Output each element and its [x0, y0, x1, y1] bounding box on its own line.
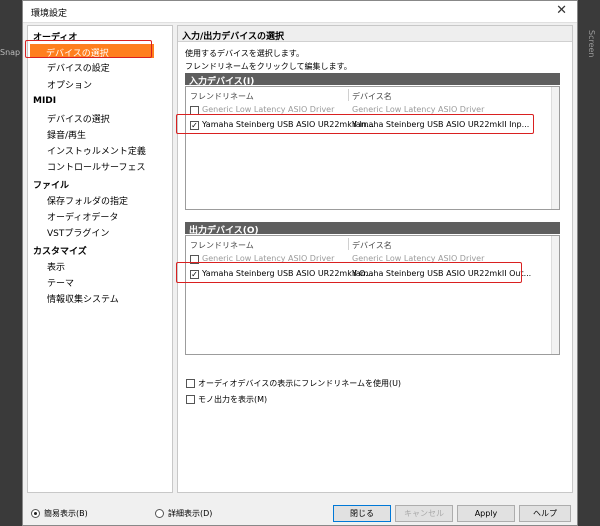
- category-file: ファイル: [33, 181, 70, 191]
- detail-view-label: 詳細表示(D): [168, 509, 213, 518]
- option-show-mono[interactable]: モノ出力を表示(M): [186, 394, 267, 405]
- show-mono-checkbox[interactable]: [186, 395, 195, 404]
- detail-view-radio[interactable]: 詳細表示(D): [155, 508, 212, 519]
- sidebar-item-midi-instrument-def[interactable]: インストゥルメント定義: [47, 144, 146, 157]
- simple-view-radio[interactable]: 簡易表示(B): [31, 508, 88, 519]
- input-row-device: Generic Low Latency ASIO Driver: [352, 105, 485, 114]
- device-selection-panel: 入力/出力デバイスの選択 使用するデバイスを選択します。 フレンドリネームをクリ…: [176, 25, 573, 493]
- settings-sidebar: オーディオ デバイスの選択 デバイスの設定 オプション MIDI デバイスの選択…: [27, 25, 173, 493]
- column-header-device[interactable]: デバイス名: [352, 240, 392, 251]
- column-header-friendly[interactable]: フレンドリネーム: [190, 240, 254, 251]
- sidebar-item-vst-plugin[interactable]: VSTプラグイン: [47, 226, 109, 239]
- output-list-scrollbar[interactable]: [551, 236, 559, 354]
- option-use-friendly-name[interactable]: オーディオデバイスの表示にフレンドリネームを使用(U): [186, 378, 401, 389]
- sidebar-item-midi-device-select[interactable]: デバイスの選択: [47, 112, 110, 125]
- input-device-group-title: 入力デバイス(I): [185, 73, 560, 87]
- title-bar: 環境設定 ✕: [23, 1, 577, 23]
- radio-dot[interactable]: [155, 509, 164, 518]
- use-friendly-name-checkbox[interactable]: [186, 379, 195, 388]
- cancel-button[interactable]: キャンセル: [395, 505, 453, 522]
- app-right-strip: Screen: [578, 0, 600, 526]
- column-header-friendly[interactable]: フレンドリネーム: [190, 91, 254, 102]
- sidebar-item-audio-device-settings[interactable]: デバイスの設定: [47, 61, 110, 74]
- input-device-list: フレンドリネーム デバイス名 Generic Low Latency ASIO …: [185, 86, 560, 210]
- sidebar-item-audio-data[interactable]: オーディオデータ: [47, 210, 118, 223]
- apply-button[interactable]: Apply: [457, 505, 515, 522]
- input-row-friendly[interactable]: Generic Low Latency ASIO Driver: [202, 105, 334, 114]
- use-friendly-name-label: オーディオデバイスの表示にフレンドリネームを使用(U): [198, 379, 402, 388]
- sidebar-item-audio-options[interactable]: オプション: [47, 78, 92, 91]
- sidebar-item-info-collection[interactable]: 情報収集システム: [47, 292, 119, 305]
- category-customize: カスタマイズ: [33, 247, 87, 257]
- window-title: 環境設定: [31, 9, 68, 19]
- sidebar-item-midi-record-play[interactable]: 録音/再生: [47, 128, 86, 141]
- output-device-group-title: 出力デバイス(O): [185, 222, 560, 236]
- input-list-scrollbar[interactable]: [551, 87, 559, 209]
- panel-description-hint: フレンドリネームをクリックして編集します。: [185, 62, 352, 71]
- close-icon[interactable]: ✕: [556, 3, 567, 18]
- output-device-list: フレンドリネーム デバイス名 Generic Low Latency ASIO …: [185, 235, 560, 355]
- simple-view-label: 簡易表示(B): [44, 509, 88, 518]
- sidebar-item-midi-control-surface[interactable]: コントロールサーフェス: [47, 160, 145, 173]
- help-button[interactable]: ヘルプ: [519, 505, 571, 522]
- highlight-box-input-row: [176, 114, 534, 134]
- app-left-strip: Snap: [0, 0, 22, 526]
- radio-dot-selected[interactable]: [31, 509, 40, 518]
- show-mono-label: モノ出力を表示(M): [198, 395, 268, 404]
- sidebar-item-save-folder[interactable]: 保存フォルダの指定: [47, 194, 128, 207]
- highlight-box-sidebar: [25, 40, 152, 58]
- sidebar-item-display[interactable]: 表示: [47, 260, 65, 273]
- column-header-device[interactable]: デバイス名: [352, 91, 392, 102]
- column-separator: [348, 89, 349, 101]
- close-button[interactable]: 閉じる: [333, 505, 391, 522]
- column-separator: [348, 238, 349, 250]
- snap-label: Snap: [0, 48, 21, 57]
- category-midi: MIDI: [33, 96, 57, 106]
- panel-description: 使用するデバイスを選択します。: [185, 49, 304, 58]
- sidebar-item-theme[interactable]: テーマ: [47, 276, 74, 289]
- screen-label: Screen: [587, 30, 596, 58]
- highlight-box-output-row: [176, 262, 522, 283]
- bottom-bar: 簡易表示(B) 詳細表示(D) 閉じる キャンセル Apply ヘルプ: [23, 501, 577, 525]
- panel-header: 入力/出力デバイスの選択: [178, 26, 572, 42]
- preferences-dialog: 環境設定 ✕ オーディオ デバイスの選択 デバイスの設定 オプション MIDI …: [22, 0, 578, 526]
